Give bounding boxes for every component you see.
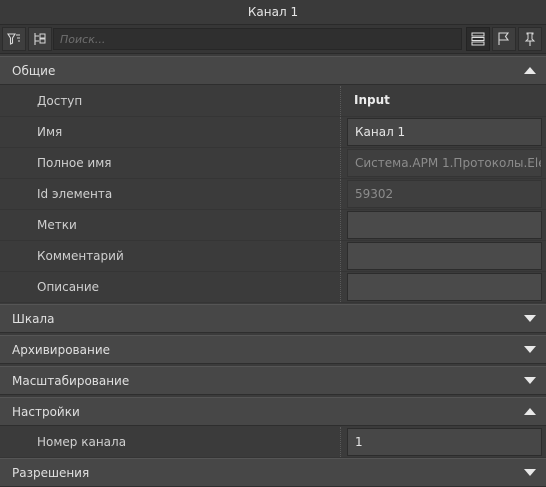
name-field[interactable]: Канал 1 xyxy=(347,118,542,146)
section-scale-title: Шкала xyxy=(12,311,55,326)
section-scale[interactable]: Шкала xyxy=(0,304,546,333)
channel-number-field[interactable]: 1 xyxy=(347,428,542,456)
tags-field[interactable] xyxy=(347,211,542,239)
section-permissions[interactable]: Разрешения xyxy=(0,458,546,487)
description-label: Описание xyxy=(37,280,100,294)
column-splitter[interactable] xyxy=(340,272,343,302)
property-row-element-id: Id элемента 59302 xyxy=(0,179,546,210)
property-row-name: Имя Канал 1 xyxy=(0,117,546,148)
expand-icon xyxy=(524,346,536,353)
column-splitter[interactable] xyxy=(340,148,343,178)
comment-field[interactable] xyxy=(347,242,542,270)
search-input[interactable] xyxy=(53,28,462,50)
toolbar xyxy=(0,25,546,54)
column-splitter[interactable] xyxy=(340,117,343,147)
property-row-full-name: Полное имя Система.АРМ 1.Протоколы.Eleme xyxy=(0,148,546,179)
section-scaling[interactable]: Масштабирование xyxy=(0,366,546,395)
column-splitter[interactable] xyxy=(340,427,343,457)
window-title: Канал 1 xyxy=(247,5,299,19)
section-settings[interactable]: Настройки xyxy=(0,397,546,426)
channel-number-label: Номер канала xyxy=(37,435,127,449)
section-scaling-title: Масштабирование xyxy=(12,373,130,388)
expand-icon xyxy=(524,469,536,476)
property-row-channel-number: Номер канала 1 xyxy=(0,427,546,458)
section-permissions-title: Разрешения xyxy=(12,465,90,480)
flag-button[interactable] xyxy=(492,27,516,51)
property-row-comment: Комментарий xyxy=(0,241,546,272)
pin-icon xyxy=(522,31,538,47)
access-label: Доступ xyxy=(37,94,83,108)
section-settings-title: Настройки xyxy=(12,404,80,419)
property-row-tags: Метки xyxy=(0,210,546,241)
window-title-bar: Канал 1 xyxy=(0,0,546,25)
section-general[interactable]: Общие xyxy=(0,56,546,85)
filter-icon xyxy=(6,31,22,47)
access-value: Input xyxy=(354,93,390,107)
property-row-description: Описание xyxy=(0,272,546,303)
element-id-label: Id элемента xyxy=(37,187,113,201)
expand-icon xyxy=(524,315,536,322)
column-splitter[interactable] xyxy=(340,86,343,116)
name-label: Имя xyxy=(37,125,63,139)
column-splitter[interactable] xyxy=(340,179,343,209)
element-id-field[interactable]: 59302 xyxy=(347,180,542,208)
pin-button[interactable] xyxy=(518,27,542,51)
section-general-title: Общие xyxy=(12,63,56,78)
tree-sort-button[interactable] xyxy=(28,27,52,51)
expand-icon xyxy=(524,377,536,384)
full-name-field[interactable]: Система.АРМ 1.Протоколы.Eleme xyxy=(347,149,542,177)
comment-label: Комментарий xyxy=(37,249,124,263)
section-archiving[interactable]: Архивирование xyxy=(0,335,546,364)
section-archiving-title: Архивирование xyxy=(12,342,111,357)
list-view-icon xyxy=(470,31,486,47)
list-view-button[interactable] xyxy=(466,27,490,51)
flag-icon xyxy=(496,31,512,47)
description-field[interactable] xyxy=(347,273,542,301)
collapse-icon xyxy=(524,67,536,74)
full-name-label: Полное имя xyxy=(37,156,112,170)
column-splitter[interactable] xyxy=(340,210,343,240)
filter-button[interactable] xyxy=(2,27,26,51)
tags-label: Метки xyxy=(37,218,77,232)
tree-sort-icon xyxy=(32,31,48,47)
collapse-icon xyxy=(524,408,536,415)
column-splitter[interactable] xyxy=(340,241,343,271)
property-row-access: Доступ Input xyxy=(0,86,546,117)
